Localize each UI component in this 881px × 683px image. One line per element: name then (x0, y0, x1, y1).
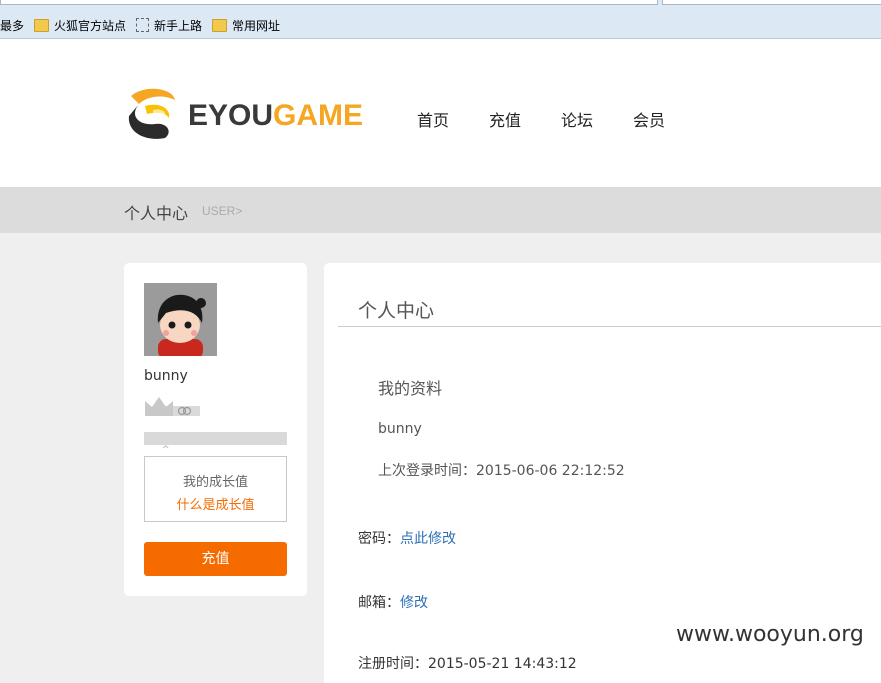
nav-home[interactable]: 首页 (417, 107, 451, 131)
profile-sidebar: bunny ^ 我的成长值 什么是成长值 充值 (124, 263, 307, 596)
growth-value-box: 我的成长值 什么是成长值 (144, 456, 287, 522)
breadcrumb: 个人中心 USER> (0, 187, 881, 233)
bookmarks-toolbar: 最多 火狐官方站点 新手上路 常用网址 (0, 0, 881, 39)
bookmark-firefox-site[interactable]: 火狐官方站点 (34, 17, 126, 34)
section-title: 我的资料 (378, 379, 443, 398)
watermark: www.wooyun.org (676, 622, 864, 647)
change-email-link[interactable]: 修改 (400, 595, 428, 611)
folder-icon (212, 18, 228, 32)
recharge-button[interactable]: 充值 (144, 542, 287, 576)
nav-member[interactable]: 会员 (633, 107, 667, 131)
growth-progress-bar (144, 432, 287, 445)
title-divider (338, 326, 881, 327)
username: bunny (144, 368, 188, 384)
change-password-link[interactable]: 点此修改 (400, 531, 456, 547)
search-field-edge[interactable] (662, 0, 881, 5)
nav-recharge[interactable]: 充值 (489, 107, 523, 131)
breadcrumb-sub[interactable]: USER> (202, 204, 242, 218)
growth-help-link[interactable]: 什么是成长值 (145, 494, 286, 513)
breadcrumb-title: 个人中心 (124, 204, 189, 223)
profile-main: 个人中心 我的资料 bunny 上次登录时间：2015-06-06 22:12:… (324, 263, 881, 683)
password-label: 密码： (358, 531, 400, 547)
growth-title: 我的成长值 (182, 475, 248, 490)
logo-wordmark[interactable]: EYOUGAME (188, 99, 363, 133)
address-field-edge[interactable] (0, 0, 658, 5)
last-login-time: 上次登录时间：2015-06-06 22:12:52 (378, 463, 625, 479)
folder-icon (34, 18, 50, 32)
progress-caret-icon: ^ (162, 445, 170, 455)
bookmark-list: 最多 火狐官方站点 新手上路 常用网址 (0, 16, 290, 34)
email-label: 邮箱： (358, 595, 400, 611)
bookmark-common-sites[interactable]: 常用网址 (212, 17, 280, 34)
profile-name: bunny (378, 421, 422, 437)
avatar[interactable] (144, 283, 217, 356)
bookmark-getting-started[interactable]: 新手上路 (136, 17, 202, 34)
bookmark-most-visited[interactable]: 最多 (0, 17, 24, 34)
nav-forum[interactable]: 论坛 (561, 107, 595, 131)
password-row: 密码：点此修改 (358, 528, 456, 548)
main-nav: 首页 充值 论坛 会员 (417, 107, 705, 131)
site-header: EYOUGAME 首页 充值 论坛 会员 (0, 39, 881, 187)
register-time: 注册时间：2015-05-21 14:43:12 (358, 656, 577, 672)
logo-icon[interactable] (125, 86, 179, 140)
email-row: 邮箱：修改 (358, 592, 428, 612)
page-icon (136, 18, 150, 32)
page-title: 个人中心 (358, 300, 435, 322)
crown-icon (145, 397, 200, 416)
